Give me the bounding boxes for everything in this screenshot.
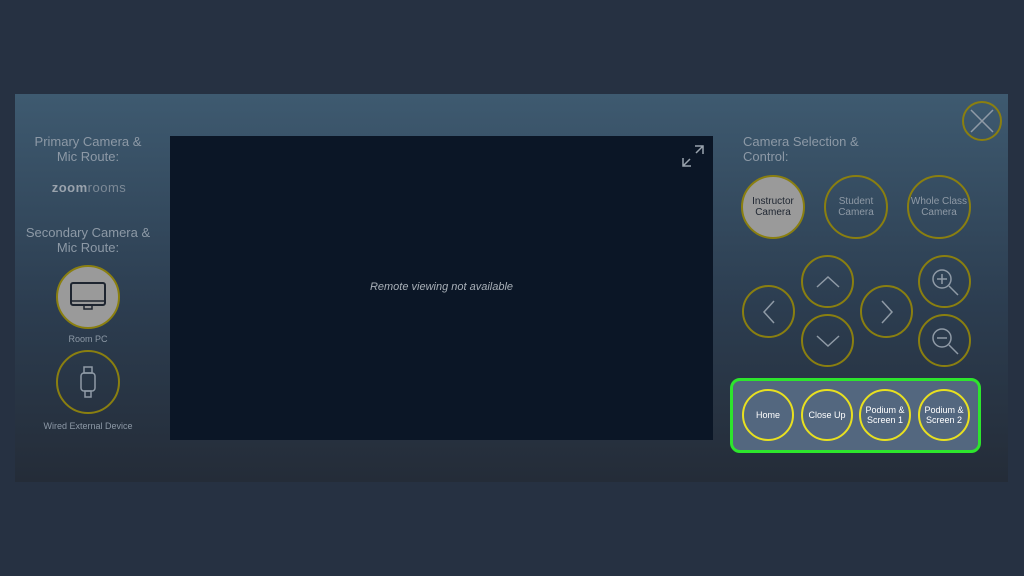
student-camera-button[interactable]: Student Camera bbox=[824, 175, 888, 239]
whole-class-camera-button[interactable]: Whole Class Camera bbox=[907, 175, 971, 239]
chevron-left-icon bbox=[762, 299, 775, 324]
chevron-up-icon bbox=[815, 275, 840, 288]
monitor-icon bbox=[70, 282, 106, 310]
wired-external-device-button[interactable] bbox=[56, 350, 120, 414]
video-preview: Remote viewing not available bbox=[170, 136, 713, 440]
close-button[interactable] bbox=[962, 101, 1002, 141]
instructor-camera-button[interactable]: Instructor Camera bbox=[741, 175, 805, 239]
zoom-out-icon bbox=[931, 327, 959, 355]
tilt-up-button[interactable] bbox=[801, 255, 854, 308]
zoom-in-icon bbox=[931, 268, 959, 296]
preset-podium-screen-2-button[interactable]: Podium & Screen 2 bbox=[918, 389, 970, 441]
preset-podium-screen-1-button[interactable]: Podium & Screen 1 bbox=[859, 389, 911, 441]
fullscreen-icon[interactable] bbox=[682, 145, 704, 167]
close-icon bbox=[970, 109, 994, 133]
chevron-down-icon bbox=[815, 334, 840, 347]
camera-selection-title: Camera Selection & Control: bbox=[743, 134, 859, 164]
zoom-rooms-logo: zoomrooms bbox=[51, 180, 127, 195]
pan-left-button[interactable] bbox=[742, 285, 795, 338]
hdmi-cable-icon bbox=[80, 366, 96, 398]
primary-route-label: Primary Camera & Mic Route: bbox=[34, 134, 142, 164]
pan-right-button[interactable] bbox=[860, 285, 913, 338]
remote-viewing-message: Remote viewing not available bbox=[369, 281, 514, 293]
tilt-down-button[interactable] bbox=[801, 314, 854, 367]
zoom-out-button[interactable] bbox=[918, 314, 971, 367]
room-pc-button[interactable] bbox=[56, 265, 120, 329]
room-pc-label: Room PC bbox=[68, 334, 108, 344]
preset-home-button[interactable]: Home bbox=[742, 389, 794, 441]
wired-external-device-label: Wired External Device bbox=[43, 421, 133, 431]
secondary-route-label: Secondary Camera & Mic Route: bbox=[25, 225, 151, 255]
zoom-in-button[interactable] bbox=[918, 255, 971, 308]
chevron-right-icon bbox=[880, 299, 893, 324]
preset-close-up-button[interactable]: Close Up bbox=[801, 389, 853, 441]
